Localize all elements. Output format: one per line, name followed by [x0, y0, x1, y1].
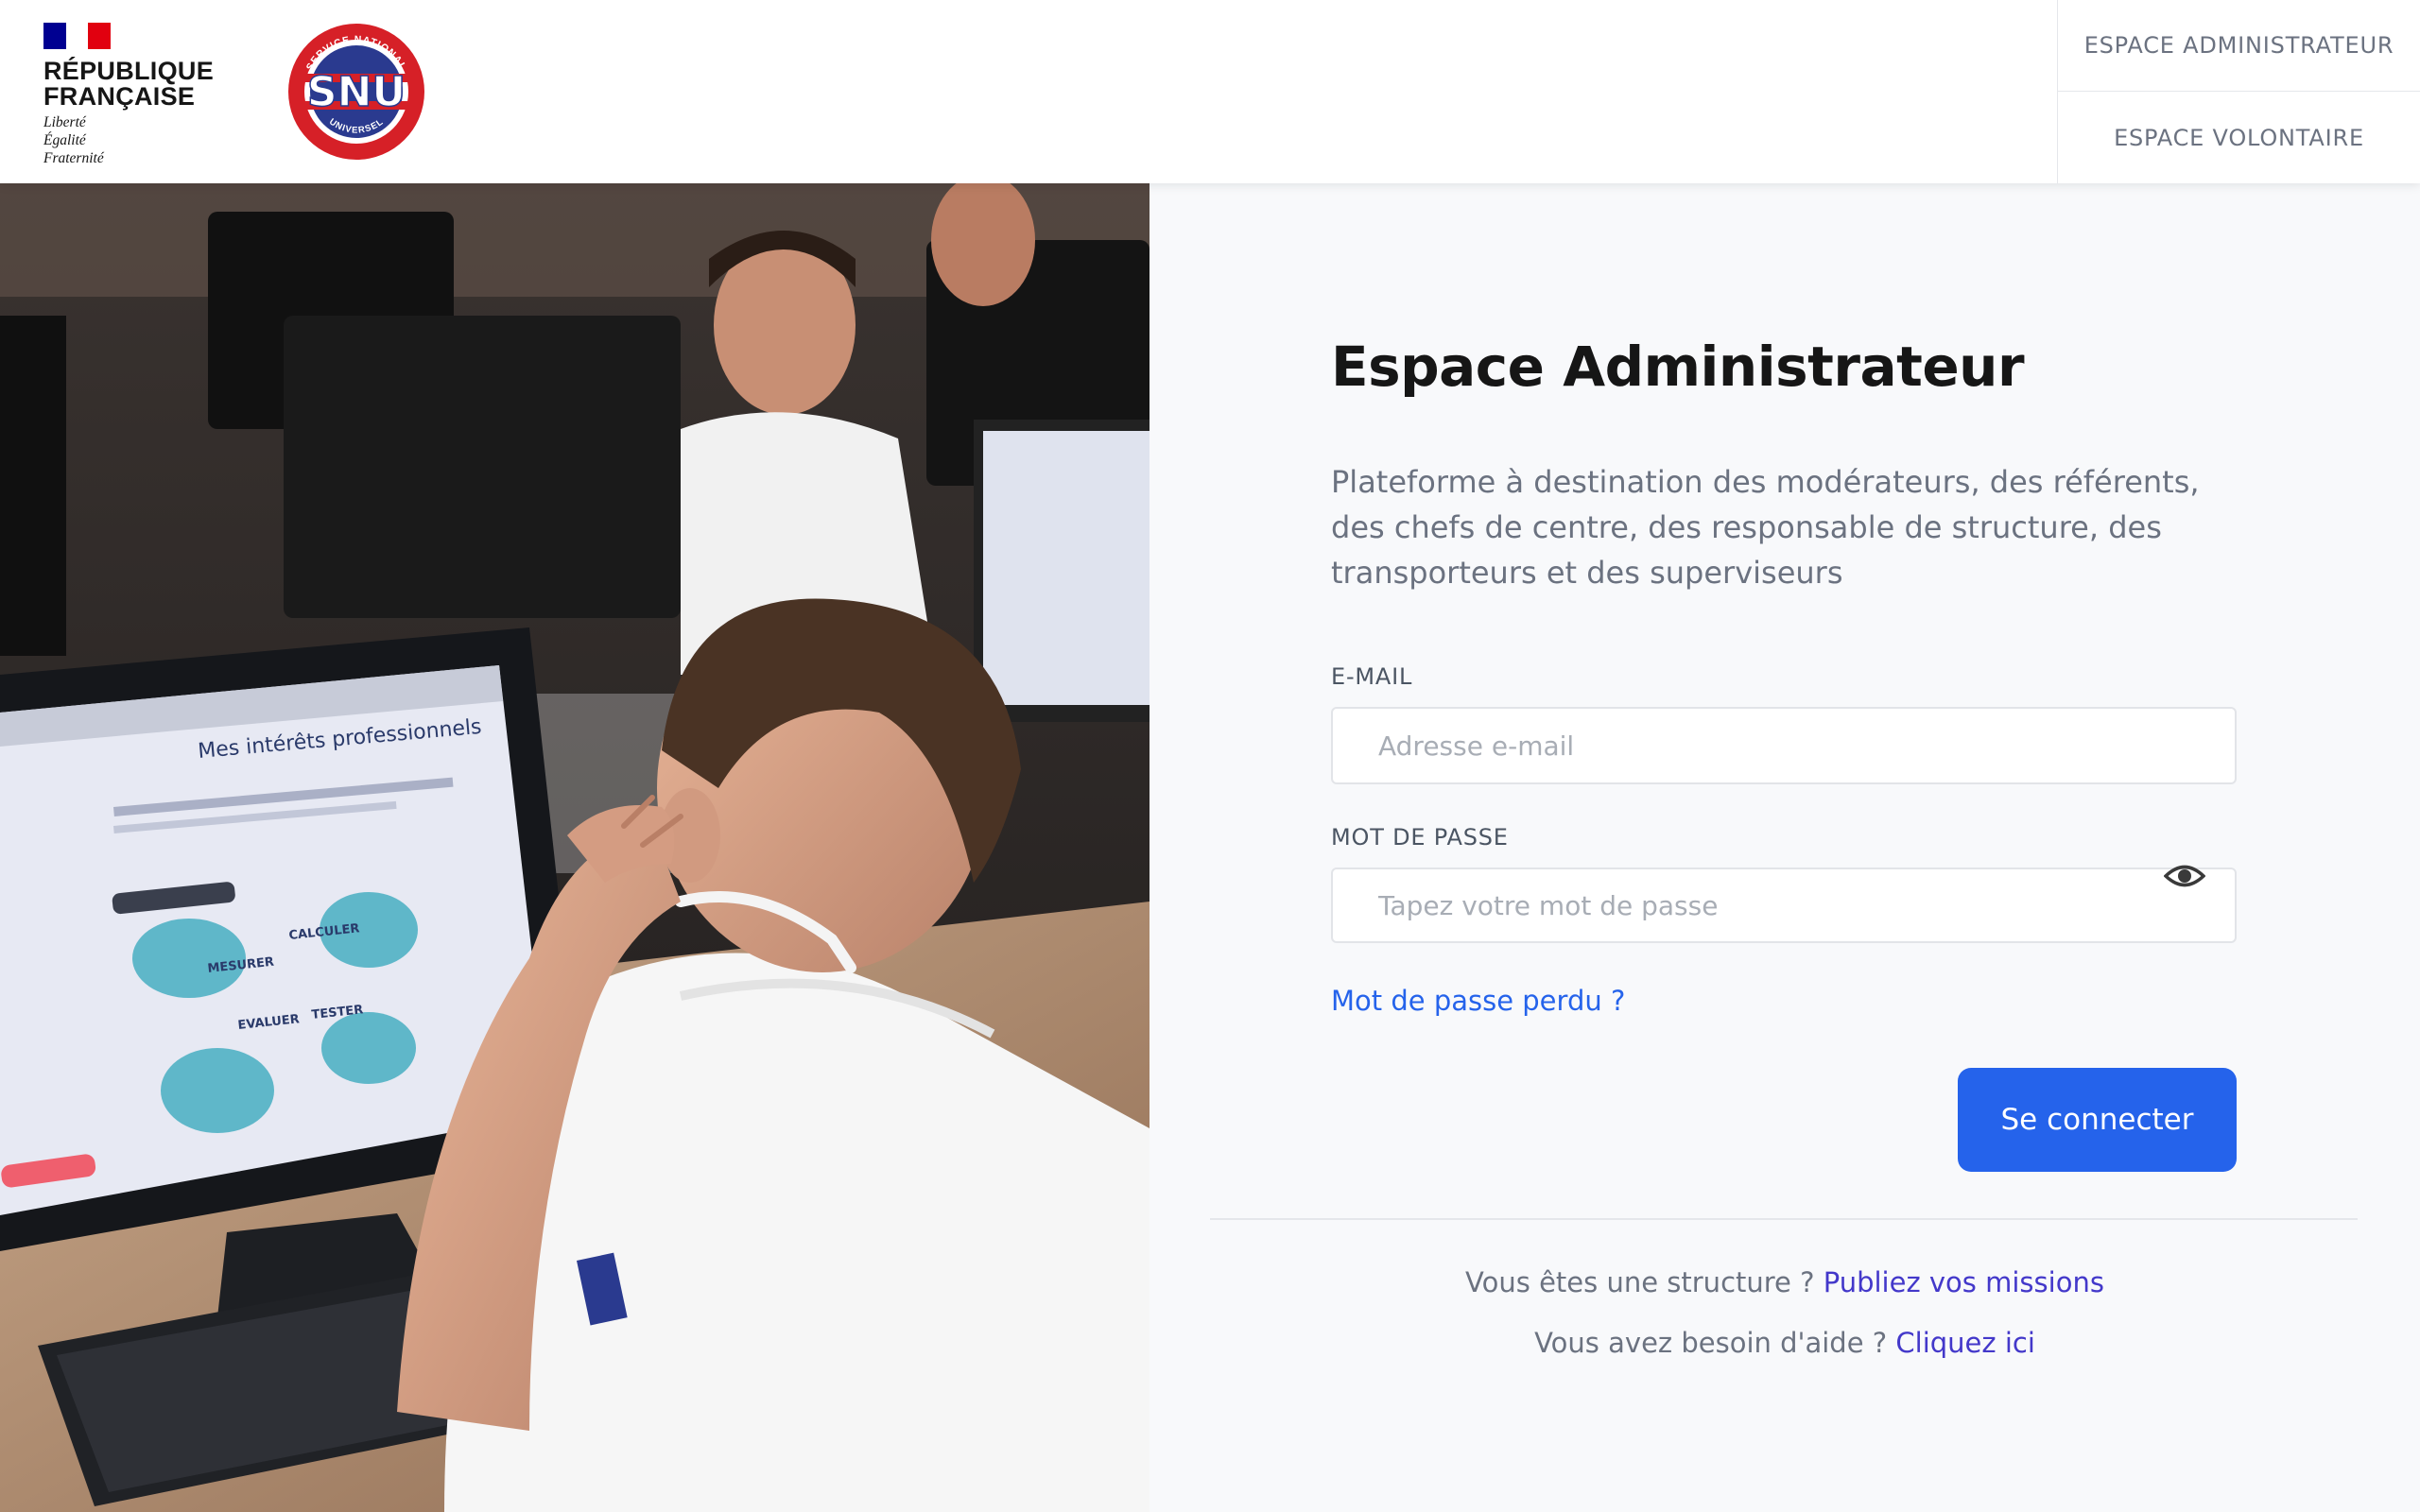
- password-field[interactable]: [1331, 868, 2237, 943]
- republic-name: RÉPUBLIQUE FRANÇAISE: [43, 59, 214, 110]
- nav-espace-administrateur[interactable]: ESPACE ADMINISTRATEUR: [2058, 0, 2420, 92]
- divider: [1210, 1218, 2358, 1220]
- republic-name-line2: FRANÇAISE: [43, 82, 196, 111]
- help-cta: Vous avez besoin d'aide ? Cliquez ici: [1150, 1327, 2420, 1359]
- help-link[interactable]: Cliquez ici: [1895, 1327, 2035, 1359]
- email-label: E-MAIL: [1331, 663, 1413, 690]
- login-button[interactable]: Se connecter: [1958, 1068, 2237, 1172]
- motto-fraternite: Fraternité: [43, 150, 104, 166]
- space-switcher-nav: ESPACE ADMINISTRATEUR ESPACE VOLONTAIRE: [2057, 0, 2420, 183]
- eye-icon[interactable]: [2164, 862, 2205, 890]
- republic-motto: Liberté Égalité Fraternité: [43, 113, 214, 167]
- page-description: Plateforme à destination des modérateurs…: [1331, 464, 2200, 591]
- forgot-password-link[interactable]: Mot de passe perdu ?: [1331, 985, 1625, 1017]
- nav-espace-volontaire[interactable]: ESPACE VOLONTAIRE: [2058, 92, 2420, 183]
- republic-name-line1: RÉPUBLIQUE: [43, 57, 215, 85]
- motto-egalite: Égalité: [43, 132, 86, 148]
- hero-photo: Mes intérêts professionnels MESURER CALC…: [0, 183, 1150, 1512]
- help-text: Vous avez besoin d'aide ?: [1534, 1327, 1888, 1359]
- snu-initials: SNU: [307, 68, 406, 116]
- page-title: Espace Administrateur: [1331, 335, 2025, 399]
- publish-missions-link[interactable]: Publiez vos missions: [1824, 1266, 2104, 1298]
- motto-liberte: Liberté: [43, 114, 86, 130]
- email-field[interactable]: [1331, 707, 2237, 784]
- structure-text: Vous êtes une structure ?: [1465, 1266, 1815, 1298]
- site-header: RÉPUBLIQUE FRANÇAISE Liberté Égalité Fra…: [0, 0, 2420, 183]
- french-flag-icon: [43, 23, 112, 49]
- structure-cta: Vous êtes une structure ? Publiez vos mi…: [1150, 1266, 2420, 1298]
- login-panel: Espace Administrateur Plateforme à desti…: [1150, 183, 2420, 1512]
- password-label: MOT DE PASSE: [1331, 824, 1509, 850]
- snu-logo[interactable]: SERVICE NATIONAL UNIVERSEL SNU: [286, 22, 426, 162]
- republique-francaise-logo[interactable]: RÉPUBLIQUE FRANÇAISE Liberté Égalité Fra…: [43, 23, 214, 167]
